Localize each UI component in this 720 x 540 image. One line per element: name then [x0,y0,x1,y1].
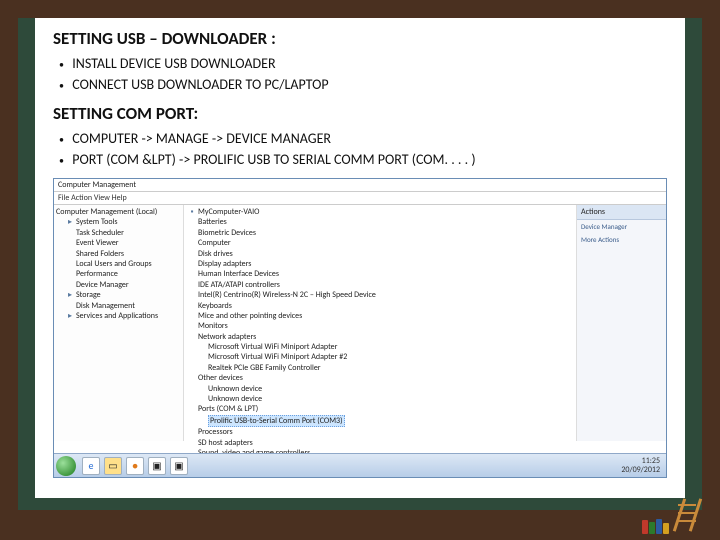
tree-storage[interactable]: ▸Storage [56,290,181,300]
dev-ports[interactable]: Ports (COM & LPT) [188,404,572,414]
books-decoration [642,518,672,534]
device-manager-screenshot: Computer Management File Action View Hel… [53,178,667,478]
window-title: Computer Management [54,179,666,192]
device-root[interactable]: ▪MyComputer-VAIO [188,207,572,217]
taskbar-app-icon[interactable]: ▣ [148,457,166,475]
tree-local-users[interactable]: Local Users and Groups [56,259,181,269]
dev-display[interactable]: Display adapters [188,259,572,269]
dev-disk[interactable]: Disk drives [188,249,572,259]
folder-icon: ▸ [66,217,74,227]
dev-batteries[interactable]: Batteries [188,217,572,227]
tree-root[interactable]: Computer Management (Local) [56,207,181,217]
actions-device-manager[interactable]: Device Manager [577,220,666,233]
dev-unknown2[interactable]: Unknown device [188,394,572,404]
computer-icon: ▪ [188,207,196,217]
actions-more[interactable]: More Actions [577,233,666,246]
folder-icon: ▸ [66,290,74,300]
bullet-install: INSTALL DEVICE USB DOWNLOADER [59,53,667,74]
dev-network[interactable]: Network adapters [188,332,572,342]
taskbar-app-icon[interactable]: ▣ [170,457,188,475]
bullet-path: COMPUTER -> MANAGE -> DEVICE MANAGER [59,128,667,149]
ladder-decoration [672,498,706,532]
bullets-com: COMPUTER -> MANAGE -> DEVICE MANAGER POR… [53,128,667,170]
tree-event-viewer[interactable]: Event Viewer [56,238,181,248]
tree-task-scheduler[interactable]: Task Scheduler [56,228,181,238]
dev-prolific[interactable]: Prolific USB-to-Serial Comm Port (COM3) [188,415,572,427]
folder-icon: ▸ [66,311,74,321]
bullets-usb: INSTALL DEVICE USB DOWNLOADER CONNECT US… [53,53,667,95]
heading-com-port: SETTING COM PORT: [53,103,667,124]
dev-processors[interactable]: Processors [188,427,572,437]
dev-other[interactable]: Other devices [188,373,572,383]
left-tree[interactable]: Computer Management (Local) ▸System Tool… [54,205,184,441]
window-menubar[interactable]: File Action View Help [54,192,666,205]
dev-wifi2[interactable]: Microsoft Virtual WiFi Miniport Adapter … [188,352,572,362]
taskbar[interactable]: e ▭ ● ▣ ▣ 11:25 20/09/2012 [54,453,666,477]
tree-performance[interactable]: Performance [56,269,181,279]
tree-disk-management[interactable]: Disk Management [56,301,181,311]
slide: SETTING USB – DOWNLOADER : INSTALL DEVIC… [35,18,685,498]
start-button[interactable] [56,456,76,476]
bullet-port: PORT (COM &LPT) -> PROLIFIC USB TO SERIA… [59,149,667,170]
dev-sd[interactable]: SD host adapters [188,438,572,448]
bullet-connect: CONNECT USB DOWNLOADER TO PC/LAPTOP [59,74,667,95]
dev-centrino[interactable]: Intel(R) Centrino(R) Wireless-N 2C – Hig… [188,290,572,300]
device-tree[interactable]: ▪MyComputer-VAIO Batteries Biometric Dev… [184,205,576,441]
clock-date: 20/09/2012 [621,466,660,475]
dev-mice[interactable]: Mice and other pointing devices [188,311,572,321]
system-tray[interactable]: 11:25 20/09/2012 [621,457,664,475]
actions-panel: Actions Device Manager More Actions [576,205,666,441]
dev-wifi1[interactable]: Microsoft Virtual WiFi Miniport Adapter [188,342,572,352]
dev-keyboards[interactable]: Keyboards [188,301,572,311]
dev-computer[interactable]: Computer [188,238,572,248]
tree-system-tools[interactable]: ▸System Tools [56,217,181,227]
dev-hid[interactable]: Human Interface Devices [188,269,572,279]
heading-usb-downloader: SETTING USB – DOWNLOADER : [53,28,667,49]
dev-unknown1[interactable]: Unknown device [188,384,572,394]
actions-header: Actions [577,205,666,220]
taskbar-explorer-icon[interactable]: ▭ [104,457,122,475]
tree-services[interactable]: ▸Services and Applications [56,311,181,321]
taskbar-firefox-icon[interactable]: ● [126,457,144,475]
highlighted-port[interactable]: Prolific USB-to-Serial Comm Port (COM3) [208,415,345,427]
taskbar-ie-icon[interactable]: e [82,457,100,475]
dev-monitors[interactable]: Monitors [188,321,572,331]
dev-realtek[interactable]: Realtek PCIe GBE Family Controller [188,363,572,373]
dev-biometric[interactable]: Biometric Devices [188,228,572,238]
dev-ide[interactable]: IDE ATA/ATAPI controllers [188,280,572,290]
tree-device-manager[interactable]: Device Manager [56,280,181,290]
tree-shared-folders[interactable]: Shared Folders [56,249,181,259]
